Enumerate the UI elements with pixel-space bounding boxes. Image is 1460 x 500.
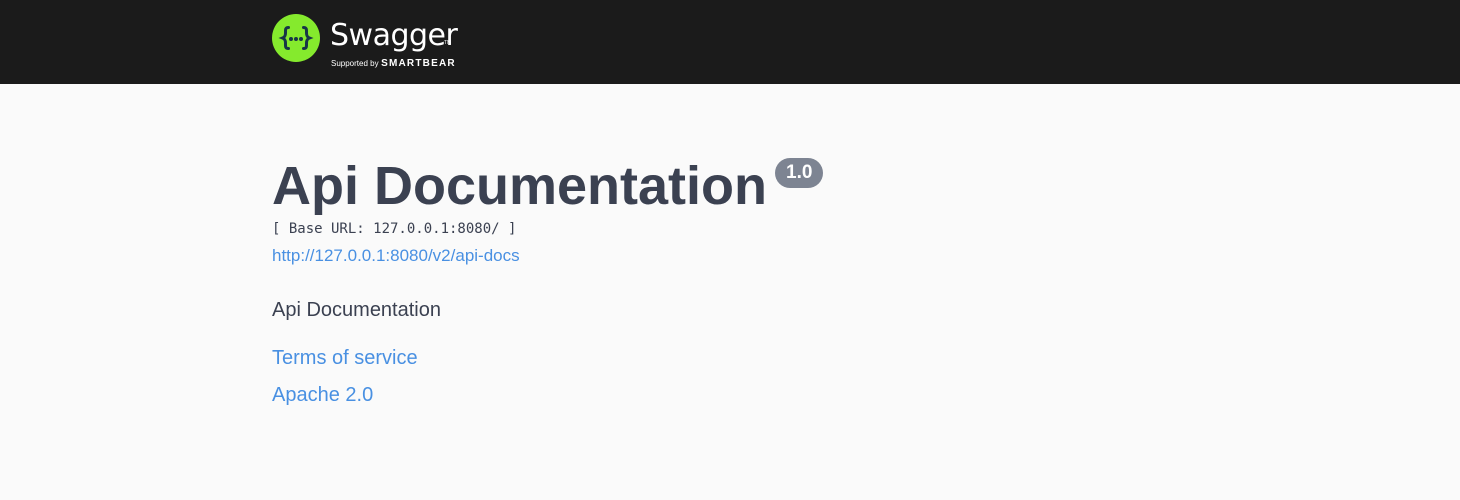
spec-url-link[interactable]: http://127.0.0.1:8080/v2/api-docs <box>272 245 520 267</box>
license-link[interactable]: Apache 2.0 <box>272 382 373 408</box>
brand-supported-by: Supported by SMARTBEAR <box>331 58 456 69</box>
api-description: Api Documentation <box>272 299 441 321</box>
brand-trademark: TM <box>444 40 452 46</box>
brand-name: Swagger <box>330 18 458 53</box>
supported-by-label: Supported by <box>331 59 379 68</box>
company-name: SMARTBEAR <box>381 58 456 69</box>
terms-of-service-link[interactable]: Terms of service <box>272 345 418 371</box>
version-badge: 1.0 <box>775 158 824 188</box>
api-title: Api Documentation <box>272 156 767 216</box>
base-url: [ Base URL: 127.0.0.1:8080/ ] <box>272 221 517 237</box>
swagger-braces-icon <box>272 14 320 62</box>
topbar: Swagger TM Supported by SMARTBEAR <box>0 0 1460 84</box>
